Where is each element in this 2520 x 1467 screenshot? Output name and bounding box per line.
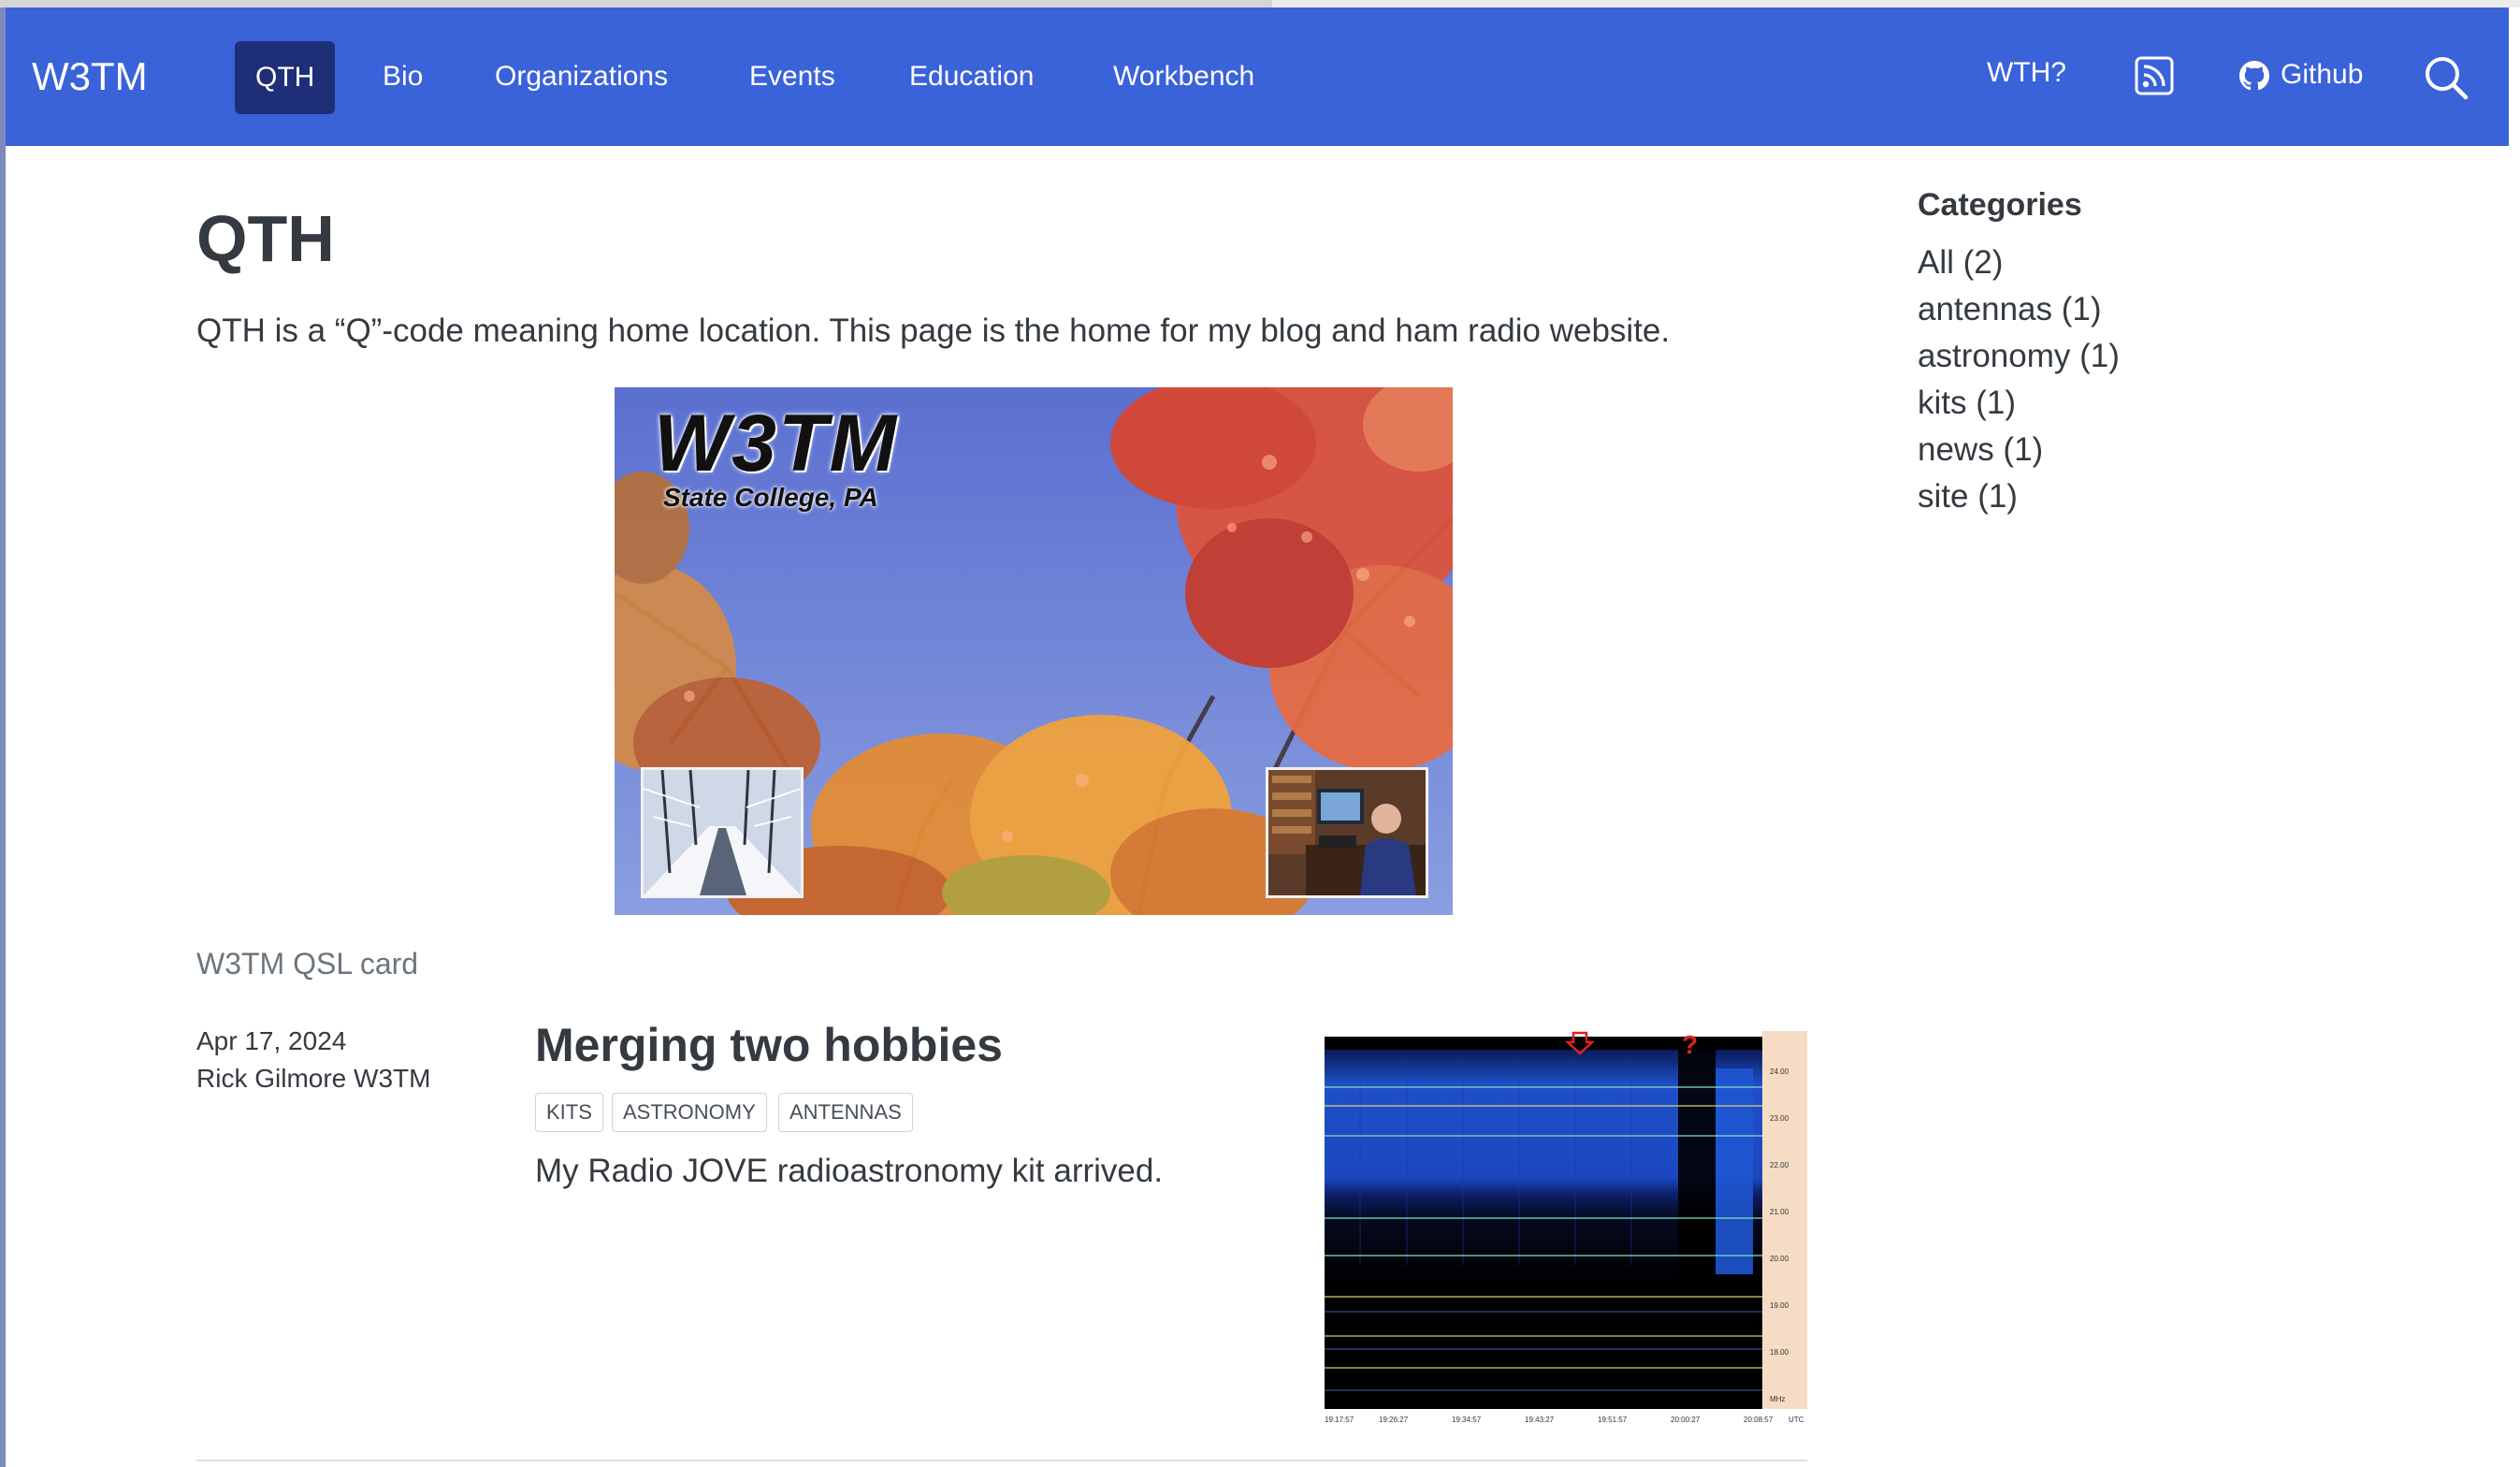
category-astronomy[interactable]: astronomy (1) (1918, 335, 2120, 378)
spectro-ytick-2: 22.00 (1770, 1161, 1789, 1169)
tag-astronomy[interactable]: ASTRONOMY (612, 1093, 767, 1132)
window-edge (0, 0, 6, 1467)
category-all[interactable]: All (2) (1918, 241, 2003, 284)
spectrogram-marker: ? (1682, 1031, 1698, 1059)
github-icon (2239, 61, 2269, 91)
spectrogram-image: ? 24.00 23.00 22.00 21.00 20.00 19.00 18… (1323, 1030, 1807, 1428)
nav-item-events[interactable]: Events (749, 56, 835, 97)
category-news[interactable]: news (1) (1918, 428, 2043, 472)
qsl-caption: W3TM QSL card (196, 947, 419, 980)
spectro-ytick-1: 23.00 (1770, 1114, 1789, 1123)
wth-link[interactable]: WTH? (1987, 52, 2066, 94)
qsl-location: State College, PA (663, 483, 878, 512)
post-date: Apr 17, 2024 (196, 1026, 347, 1055)
categories-heading: Categories (1918, 187, 2082, 223)
spectro-xtick-2: 19:34:57 (1452, 1416, 1482, 1424)
nav-item-qth[interactable]: QTH (235, 41, 336, 114)
intro-text: QTH is a “Q”-code meaning home location.… (196, 312, 1671, 349)
github-link[interactable]: Github (2239, 54, 2363, 95)
nav-item-education[interactable]: Education (909, 56, 1034, 97)
page-title: QTH (196, 202, 335, 275)
listing-divider (196, 1460, 1807, 1461)
category-antennas[interactable]: antennas (1) (1918, 288, 2102, 331)
spectro-xtick-5: 20:00:27 (1671, 1416, 1701, 1424)
site-brand[interactable]: W3TM (32, 52, 148, 101)
spectro-xtick-4: 19:51:57 (1598, 1416, 1628, 1424)
spectro-ytick-0: 24.00 (1770, 1068, 1789, 1076)
spectro-ytick-5: 19.00 (1770, 1301, 1789, 1310)
spectro-ytick-7: MHz (1770, 1395, 1785, 1403)
spectro-ytick-6: 18.00 (1770, 1348, 1789, 1357)
post-author: Rick Gilmore W3TM (196, 1064, 431, 1093)
spectro-ytick-3: 21.00 (1770, 1208, 1789, 1216)
loading-bar (0, 0, 1272, 7)
search-icon[interactable] (2423, 54, 2469, 101)
tag-kits[interactable]: KITS (535, 1093, 603, 1132)
spectro-xtick-3: 19:43:27 (1525, 1416, 1555, 1424)
category-kits[interactable]: kits (1) (1918, 382, 2016, 425)
radio-shack-inset (1266, 767, 1428, 898)
github-label: Github (2281, 59, 2364, 90)
category-site[interactable]: site (1) (1918, 475, 2018, 518)
spectro-xtick-0: 19:17:57 (1325, 1416, 1354, 1424)
nav-item-organizations[interactable]: Organizations (495, 56, 668, 97)
spectro-xtick-6: 20:08:57 (1744, 1416, 1774, 1424)
snow-scene-inset (641, 767, 804, 898)
spectro-ytick-4: 20.00 (1770, 1255, 1789, 1263)
post-title-link[interactable]: Merging two hobbies (535, 1016, 1003, 1074)
spectro-xtick-7: UTC (1789, 1416, 1804, 1424)
qsl-callsign: W3TM (654, 399, 899, 488)
qsl-card-image: W3TM State College, PA (615, 387, 1453, 915)
tag-antennas[interactable]: ANTENNAS (778, 1093, 913, 1132)
spectro-xtick-1: 19:26:27 (1379, 1416, 1409, 1424)
post-description: My Radio JOVE radioastronomy kit arrived… (535, 1153, 1164, 1189)
browser-top-strip (0, 0, 2520, 7)
nav-item-workbench[interactable]: Workbench (1113, 56, 1254, 97)
post-thumbnail[interactable]: ? 24.00 23.00 22.00 21.00 20.00 19.00 18… (1323, 1030, 1807, 1428)
rss-icon[interactable] (2135, 56, 2174, 95)
navbar: W3TM QTH Bio Organizations Events Educat… (6, 7, 2509, 146)
nav-item-bio[interactable]: Bio (383, 56, 423, 97)
